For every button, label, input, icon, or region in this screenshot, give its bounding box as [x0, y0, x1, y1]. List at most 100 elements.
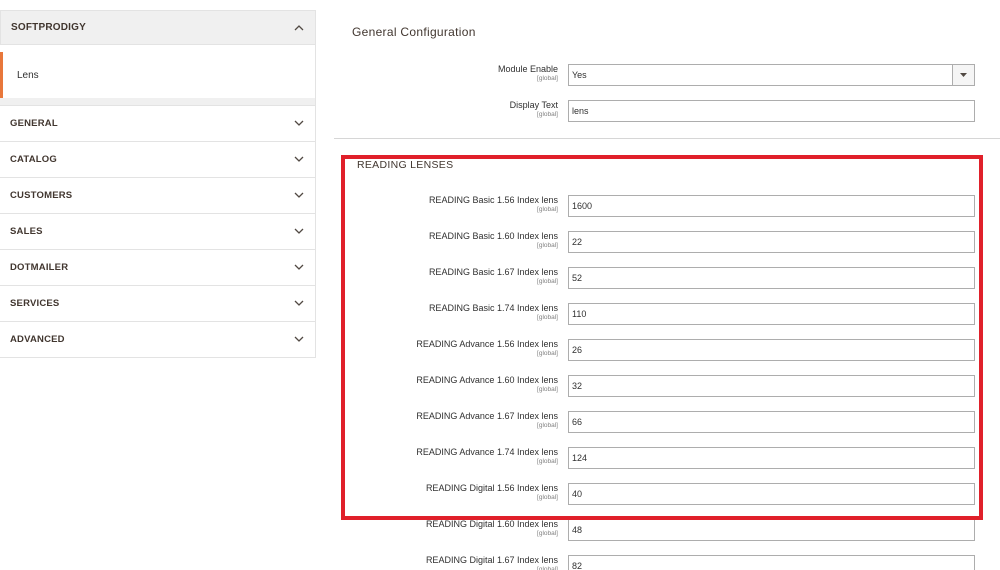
field-scope: [global]	[537, 566, 558, 570]
reading-lens-row: READING Basic 1.60 Index lens [global] 22	[334, 231, 1000, 257]
sidebar-section-label: DOTMAILER	[10, 262, 69, 273]
input-value: 40	[572, 489, 583, 499]
reading-lens-price-input[interactable]: 82	[568, 555, 975, 570]
input-value: 26	[572, 345, 583, 355]
input-value: 110	[572, 309, 587, 319]
field-scope: [global]	[537, 494, 558, 501]
field-scope: [global]	[537, 458, 558, 465]
reading-lens-price-input[interactable]: 40	[568, 483, 975, 505]
field-label: READING Basic 1.74 Index lens [global]	[429, 303, 558, 322]
reading-lens-price-input[interactable]: 1600	[568, 195, 975, 217]
sidebar-item-lens[interactable]: Lens	[0, 52, 315, 98]
input-value: 52	[572, 273, 583, 283]
field-scope: [global]	[537, 206, 558, 213]
section-divider	[334, 138, 1000, 139]
sidebar-section-label: SALES	[10, 226, 43, 237]
field-scope: [global]	[537, 278, 558, 285]
field-label-text: READING Digital 1.67 Index lens	[425, 555, 558, 565]
display-text-input[interactable]: lens	[568, 100, 975, 122]
chevron-up-icon	[293, 22, 305, 34]
field-label-text: READING Basic 1.74 Index lens	[428, 303, 558, 313]
field-label: READING Advance 1.74 Index lens [global]	[416, 447, 558, 466]
reading-lens-row: READING Advance 1.60 Index lens [global] 3…	[334, 375, 1000, 401]
field-label: READING Basic 1.56 Index lens [global]	[429, 195, 558, 214]
reading-lens-row: READING Advance 1.67 Index lens [global] 6…	[334, 411, 1000, 437]
field-label-text: READING Advance 1.60 Index lens	[416, 375, 558, 385]
field-label: READING Advance 1.67 Index lens [global]	[416, 411, 558, 430]
reading-lens-price-input[interactable]: 22	[568, 231, 975, 253]
sidebar-section-general[interactable]: GENERAL	[0, 106, 315, 142]
field-scope: [global]	[537, 75, 558, 82]
field-scope: [global]	[537, 314, 558, 321]
input-value: 22	[572, 237, 583, 247]
chevron-down-icon	[293, 190, 305, 202]
field-label: READING Advance 1.60 Index lens [global]	[416, 375, 558, 394]
field-label-text: READING Digital 1.60 Index lens	[425, 519, 558, 529]
field-label-text: READING Digital 1.56 Index lens	[425, 483, 558, 493]
field-label: READING Digital 1.56 Index lens [global]	[426, 483, 558, 502]
reading-lens-price-input[interactable]: 110	[568, 303, 975, 325]
field-label: Display Text [global]	[510, 100, 558, 119]
reading-lens-price-input[interactable]: 124	[568, 447, 975, 469]
field-label: Module Enable [global]	[498, 64, 558, 83]
input-value: 82	[572, 561, 583, 570]
sidebar-section-label: CATALOG	[10, 154, 57, 165]
field-label-text: READING Basic 1.60 Index lens	[428, 231, 558, 241]
sidebar-section-dotmailer[interactable]: DOTMAILER	[0, 250, 315, 286]
chevron-down-icon	[293, 118, 305, 130]
sidebar-section-catalog[interactable]: CATALOG	[0, 142, 315, 178]
field-label-text: Module Enable	[497, 64, 558, 74]
reading-lens-price-input[interactable]: 48	[568, 519, 975, 541]
sidebar-item-label: Lens	[17, 69, 39, 81]
reading-lens-price-input[interactable]: 52	[568, 267, 975, 289]
sidebar-section-sales[interactable]: SALES	[0, 214, 315, 250]
sidebar-section-services[interactable]: SERVICES	[0, 286, 315, 322]
sidebar-gap	[0, 98, 315, 106]
field-label: READING Digital 1.60 Index lens [global]	[426, 519, 558, 538]
input-value: lens	[572, 106, 589, 116]
reading-lens-row: READING Digital 1.60 Index lens [global] 4…	[334, 519, 1000, 545]
chevron-down-icon	[293, 334, 305, 346]
sidebar-section-customers[interactable]: CUSTOMERS	[0, 178, 315, 214]
field-scope: [global]	[537, 386, 558, 393]
sidebar-group-softprodigy[interactable]: SOFTPRODIGY	[0, 10, 315, 45]
select-value: Yes	[572, 70, 587, 80]
chevron-down-icon	[293, 298, 305, 310]
field-scope: [global]	[537, 530, 558, 537]
sidebar-group-label: SOFTPRODIGY	[11, 22, 86, 33]
module-enable-select[interactable]: Yes	[568, 64, 975, 86]
input-value: 1600	[572, 201, 593, 211]
sidebar-section-label: CUSTOMERS	[10, 190, 73, 201]
field-label: READING Advance 1.56 Index lens [global]	[416, 339, 558, 358]
sidebar-section-label: ADVANCED	[10, 334, 65, 345]
section-title-reading-lenses: READING LENSES	[357, 159, 454, 171]
field-label-text: READING Advance 1.74 Index lens	[416, 447, 558, 457]
config-sidebar: SOFTPRODIGY Lens GENERAL CATALOG CUSTOME…	[0, 10, 316, 358]
reading-lens-row: READING Basic 1.74 Index lens [global] 110	[334, 303, 1000, 329]
sidebar-section-label: SERVICES	[10, 298, 60, 309]
sidebar-section-advanced[interactable]: ADVANCED	[0, 322, 315, 358]
caret-down-icon[interactable]	[952, 65, 974, 85]
input-value: 66	[572, 417, 583, 427]
input-value: 48	[572, 525, 583, 535]
chevron-down-icon	[293, 154, 305, 166]
field-label: READING Basic 1.60 Index lens [global]	[429, 231, 558, 250]
reading-lens-price-input[interactable]: 26	[568, 339, 975, 361]
section-title-general: General Configuration	[352, 25, 476, 39]
reading-lens-row: READING Advance 1.74 Index lens [global] 1…	[334, 447, 1000, 473]
chevron-down-icon	[293, 226, 305, 238]
reading-lens-price-input[interactable]: 66	[568, 411, 975, 433]
reading-lens-price-input[interactable]: 32	[568, 375, 975, 397]
field-label: READING Basic 1.67 Index lens [global]	[429, 267, 558, 286]
field-label-text: Display Text	[509, 100, 558, 110]
reading-lens-row: READING Basic 1.67 Index lens [global] 52	[334, 267, 1000, 293]
input-value: 124	[572, 453, 588, 463]
field-label-text: READING Basic 1.67 Index lens	[428, 267, 558, 277]
chevron-down-icon	[293, 262, 305, 274]
field-label-text: READING Advance 1.67 Index lens	[416, 411, 558, 421]
sidebar-section-label: GENERAL	[10, 118, 58, 129]
config-main: General Configuration Module Enable [glo…	[334, 0, 1000, 570]
field-label: READING Digital 1.67 Index lens [global]	[426, 555, 558, 570]
field-scope: [global]	[537, 350, 558, 357]
row-module-enable: Module Enable [global] Yes	[334, 64, 1000, 90]
